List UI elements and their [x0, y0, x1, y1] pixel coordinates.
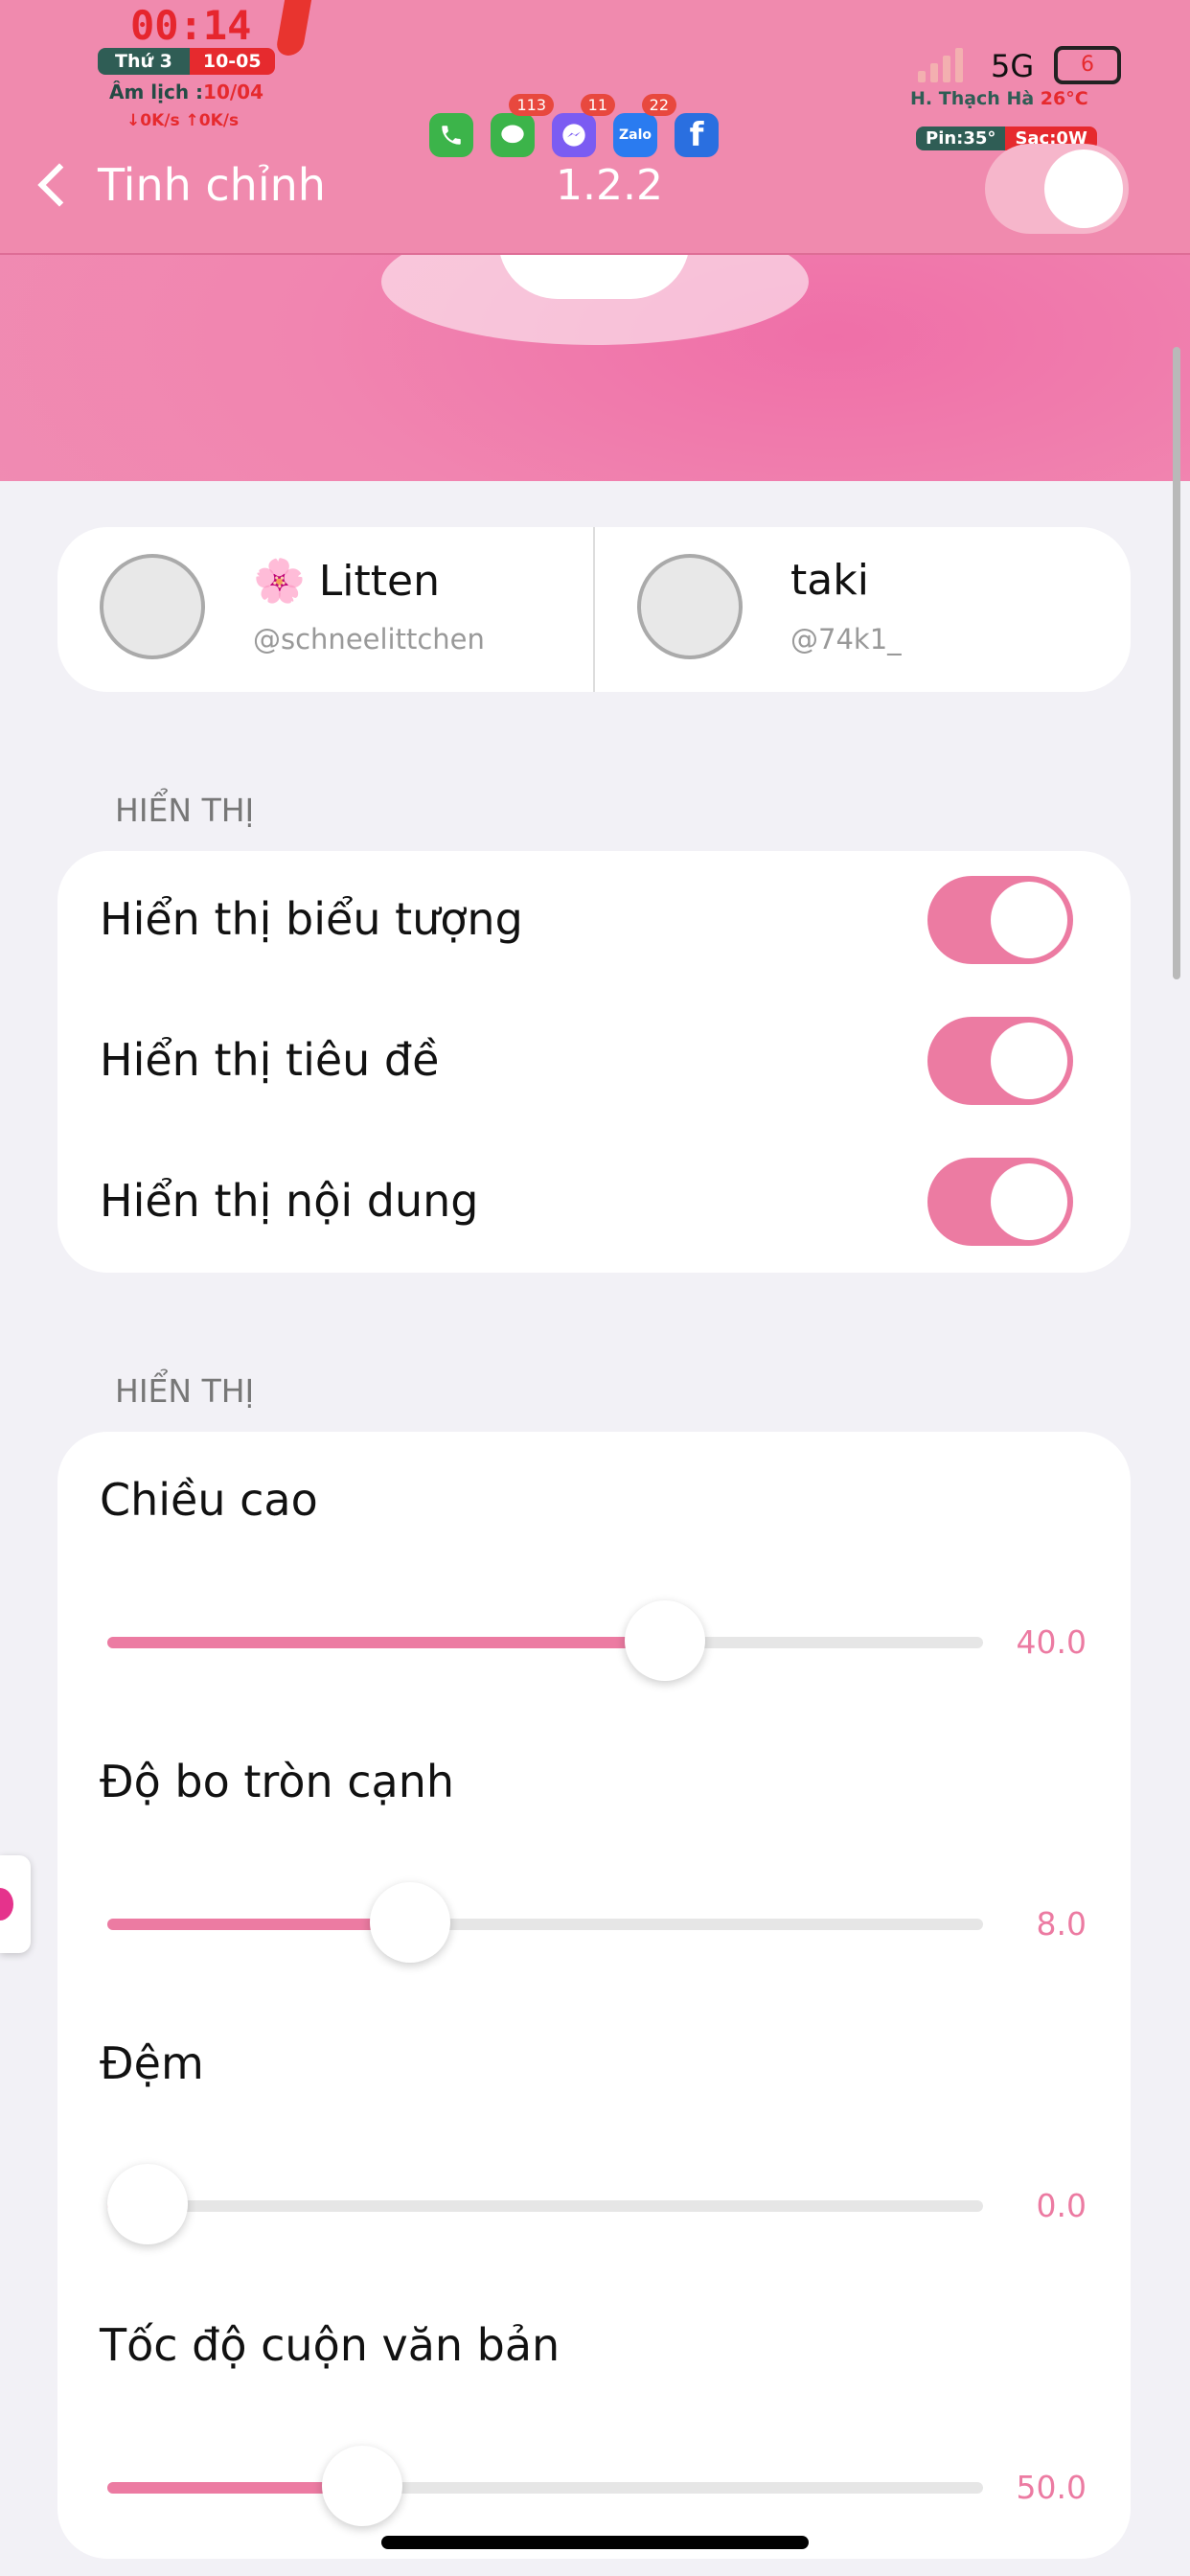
show-content-toggle[interactable]	[927, 1158, 1073, 1246]
scrollbar[interactable]	[1173, 347, 1180, 979]
weather-place: H. Thạch Hà	[910, 88, 1035, 109]
network-type: 5G	[991, 48, 1035, 84]
section-header-layout: HIỂN THỊ	[115, 1372, 255, 1410]
status-weather: H. Thạch Hà 26°C	[910, 88, 1088, 109]
back-button[interactable]: Tinh chỉnh	[33, 159, 326, 211]
facebook-icon: f	[675, 113, 719, 157]
toggle-knob	[1044, 150, 1123, 228]
credit-item[interactable]: taki @74k1_	[593, 527, 1131, 692]
slider-label: Độ bo tròn cạnh	[100, 1756, 455, 1807]
toggle-knob	[991, 1023, 1067, 1099]
status-date-chip: Thứ 3 10-05	[98, 48, 275, 75]
zalo-badge: 22	[641, 94, 676, 116]
status-lunar: Âm lịch :10/04	[109, 80, 263, 104]
slider-fill	[107, 1637, 665, 1648]
padding-slider[interactable]	[107, 2164, 983, 2244]
slider-fill	[107, 1919, 410, 1930]
credit-handle: @schneelittchen	[253, 623, 485, 656]
page-title: 1.2.2	[556, 161, 663, 210]
battery-icon: 6	[1054, 46, 1121, 84]
credit-handle: @74k1_	[790, 623, 902, 656]
messages-icon: 113	[491, 94, 554, 157]
credits-card: 🌸 Litten @schneelittchen taki @74k1_	[57, 527, 1131, 692]
messenger-badge: 11	[580, 94, 615, 116]
chevron-left-icon	[37, 163, 81, 207]
option-label: Hiển thị tiêu đề	[100, 1034, 440, 1086]
layout-options-card: Chiều cao 40.0 Độ bo tròn cạnh 8.0 Đệm 0…	[57, 1432, 1131, 2559]
slider-value: 0.0	[1036, 2187, 1087, 2224]
signal-icon	[918, 48, 963, 82]
slider-label: Đệm	[100, 2037, 204, 2089]
phone-icon	[429, 113, 473, 157]
status-day: Thứ 3	[98, 48, 190, 75]
status-lunar-label: Âm lịch :	[109, 80, 204, 104]
section-header-display: HIỂN THỊ	[115, 792, 255, 829]
avatar	[637, 554, 743, 659]
home-indicator[interactable]	[381, 2536, 809, 2549]
slider-thumb[interactable]	[369, 1882, 450, 1963]
battery-level: 6	[1081, 53, 1094, 77]
option-label: Hiển thị nội dung	[100, 1175, 479, 1227]
show-icon-toggle[interactable]	[927, 876, 1073, 964]
display-options-card: Hiển thị biểu tượng Hiển thị tiêu đề Hiể…	[57, 851, 1131, 1273]
credit-item[interactable]: 🌸 Litten @schneelittchen	[57, 527, 593, 692]
show-title-toggle[interactable]	[927, 1017, 1073, 1105]
slider-value: 50.0	[1016, 2469, 1087, 2506]
slider-thumb[interactable]	[322, 2446, 403, 2526]
status-pin: Pin:35°	[916, 126, 1006, 150]
credit-name: taki	[790, 556, 869, 605]
back-label: Tinh chỉnh	[98, 159, 326, 211]
scroll-speed-slider[interactable]	[107, 2446, 983, 2526]
status-lunar-date: 10/04	[203, 80, 264, 104]
facebook-label: f	[689, 116, 704, 154]
slider-thumb[interactable]	[624, 1600, 705, 1681]
notification-app-icons: 113 11 Zalo 22 f	[429, 94, 719, 157]
messages-badge: 113	[509, 94, 554, 116]
enable-toggle[interactable]	[985, 144, 1129, 234]
status-date: 10-05	[189, 48, 275, 75]
height-slider[interactable]	[107, 1600, 983, 1681]
avatar	[100, 554, 205, 659]
slider-value: 40.0	[1016, 1623, 1087, 1661]
toggle-knob	[991, 1163, 1067, 1240]
slider-label: Chiều cao	[100, 1474, 318, 1526]
slider-thumb[interactable]	[107, 2164, 188, 2244]
zalo-icon: Zalo 22	[613, 94, 676, 157]
floating-side-tab[interactable]	[0, 1855, 31, 1953]
slider-value: 8.0	[1036, 1905, 1087, 1943]
zalo-label: Zalo	[618, 127, 652, 143]
weather-temp: 26°C	[1040, 88, 1088, 109]
credit-name: 🌸 Litten	[253, 557, 440, 606]
status-clock: 00:14	[130, 2, 252, 49]
messenger-icon: 11	[552, 94, 615, 157]
status-net-speed: ↓0K/s ↑0K/s	[126, 111, 240, 130]
corner-radius-slider[interactable]	[107, 1882, 983, 1963]
option-label: Hiển thị biểu tượng	[100, 893, 523, 945]
side-tab-dot	[0, 1888, 13, 1920]
toggle-knob	[991, 882, 1067, 958]
slider-label: Tốc độ cuộn văn bản	[100, 2319, 561, 2371]
